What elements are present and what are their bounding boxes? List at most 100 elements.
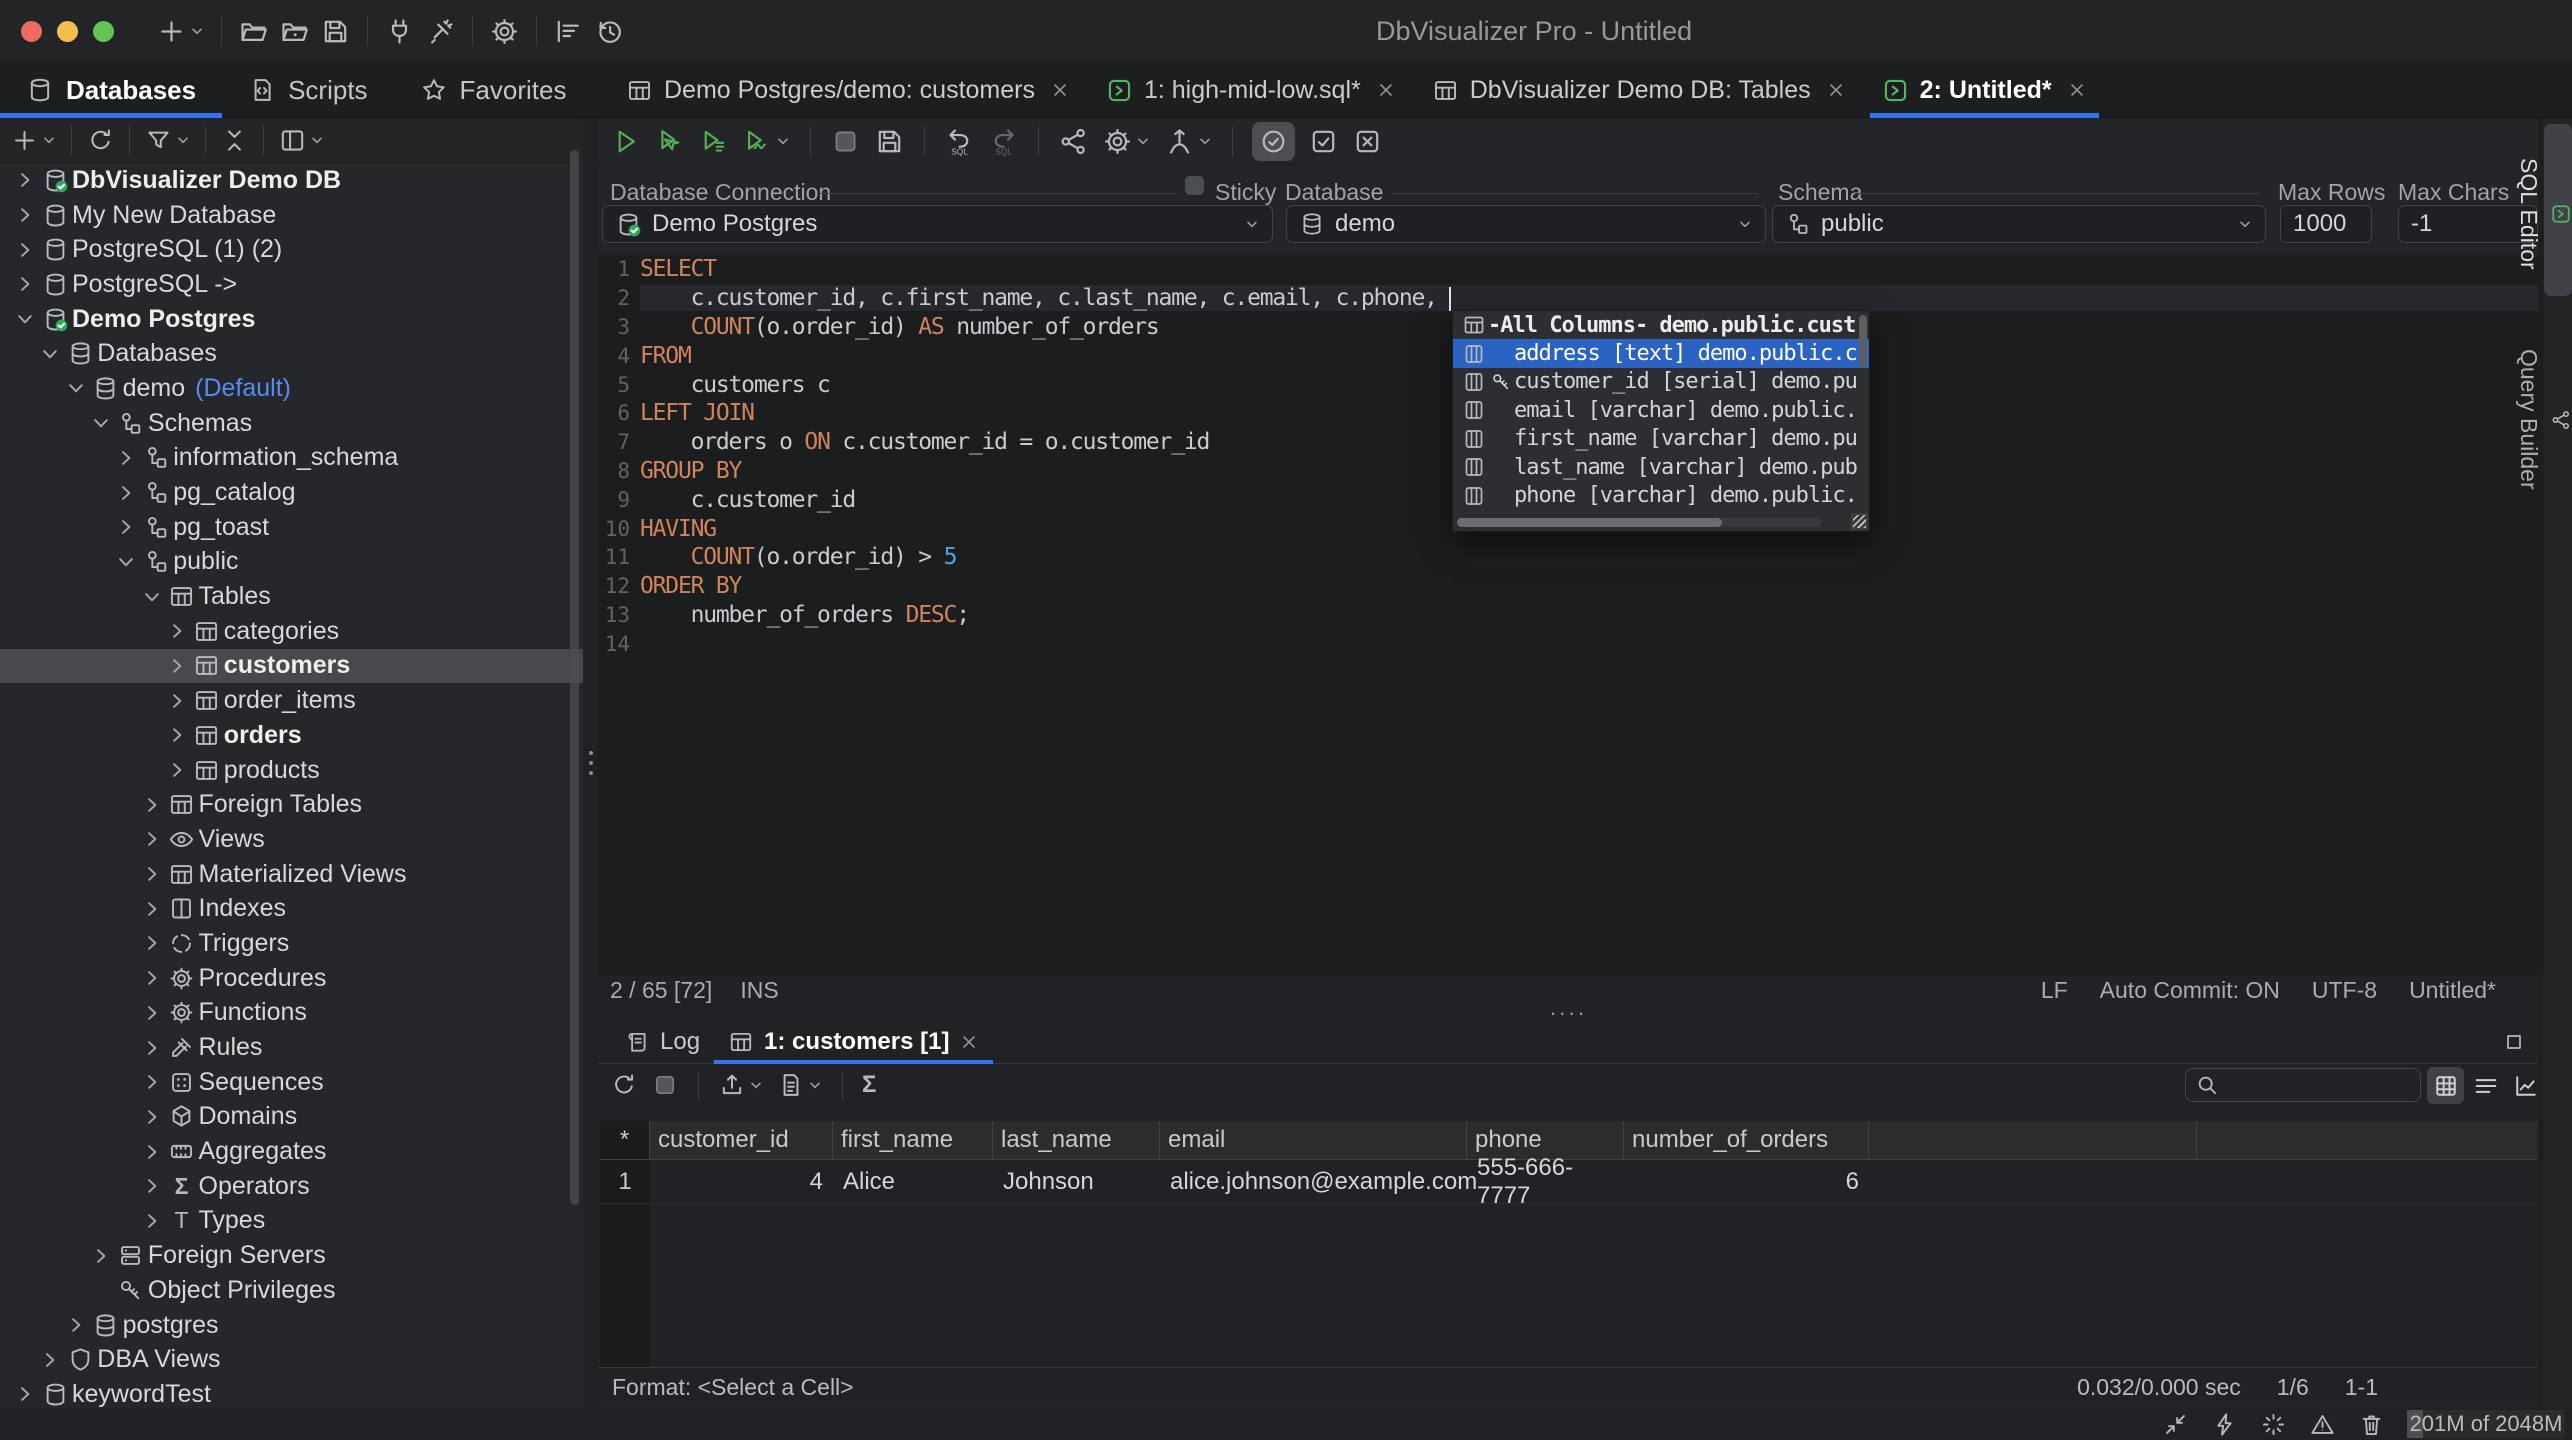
open-file-button[interactable]	[238, 16, 269, 47]
max-rows-input[interactable]: 1000	[2280, 205, 2372, 243]
export-button[interactable]	[718, 1071, 764, 1099]
tree-item-operators[interactable]: ΣOperators	[0, 1169, 583, 1204]
cell-first-name[interactable]: Alice	[833, 1160, 993, 1203]
side-tab-sql-editor[interactable]: SQL Editor	[2544, 124, 2572, 296]
tree-item-dbvisualizer-demo-db[interactable]: DbVisualizer Demo DB	[0, 163, 583, 198]
execute-current-button[interactable]	[654, 126, 685, 157]
expander-closed-icon[interactable]	[63, 1315, 89, 1335]
maximize-window-button[interactable]	[93, 21, 114, 42]
add-connection-button[interactable]	[10, 126, 57, 155]
rollback-button[interactable]	[1352, 126, 1383, 157]
close-tab-icon[interactable]	[1376, 80, 1396, 100]
clear-memory-button[interactable]	[2358, 1411, 2385, 1438]
save-button[interactable]	[874, 126, 905, 157]
doc-tab-demo-postgres-demo-customers[interactable]: Demo Postgres/demo: customers	[608, 62, 1088, 118]
column-header-customer-id[interactable]: customer_id	[650, 1121, 833, 1159]
editor-line-13[interactable]: 13 number_of_orders DESC;	[598, 601, 2538, 630]
chevron-down-icon[interactable]	[748, 1077, 764, 1093]
tree-item-products[interactable]: products	[0, 753, 583, 788]
editor-line-1[interactable]: 1SELECT	[598, 255, 2538, 284]
column-header-number-of-orders[interactable]: number_of_orders	[1624, 1121, 1869, 1159]
expander-closed-icon[interactable]	[164, 725, 190, 745]
expander-closed-icon[interactable]	[164, 656, 190, 676]
settings-button[interactable]	[489, 16, 520, 47]
expander-open-icon[interactable]	[63, 378, 89, 398]
expander-closed-icon[interactable]	[139, 1003, 165, 1023]
aggregate-button[interactable]: Σ	[862, 1073, 876, 1097]
background-tasks-button[interactable]	[2260, 1411, 2287, 1438]
editor-line-14[interactable]: 14	[598, 629, 2538, 658]
redo-sql-button[interactable]: SQL	[988, 126, 1019, 157]
chevron-down-icon[interactable]	[41, 132, 57, 148]
side-tab-query-builder[interactable]: Query Builder	[2544, 308, 2572, 523]
autocomplete-item[interactable]: -All Columns- demo.public.cust	[1453, 311, 1869, 339]
chevron-down-icon[interactable]	[775, 133, 791, 149]
tree-item-aggregates[interactable]: Aggregates	[0, 1134, 583, 1169]
save-button[interactable]	[320, 16, 351, 47]
expander-closed-icon[interactable]	[12, 240, 38, 260]
results-tab-1-customers-1[interactable]: 1: customers [1]	[714, 1020, 993, 1063]
execute-button[interactable]	[610, 126, 641, 157]
database-dropdown[interactable]: demo	[1286, 205, 1766, 243]
expander-closed-icon[interactable]	[164, 621, 190, 641]
tree-item-sequences[interactable]: Sequences	[0, 1065, 583, 1100]
close-tab-icon[interactable]	[959, 1032, 979, 1052]
close-tab-icon[interactable]	[2067, 80, 2087, 100]
expander-closed-icon[interactable]	[139, 1107, 165, 1127]
expander-closed-icon[interactable]	[139, 899, 165, 919]
stop-button[interactable]	[830, 126, 861, 157]
tree-item-demo-postgres[interactable]: Demo Postgres	[0, 302, 583, 337]
chevron-down-icon[interactable]	[175, 132, 191, 148]
tab-scripts[interactable]: Scripts	[222, 62, 393, 118]
minimize-window-button[interactable]	[2162, 1411, 2189, 1438]
execution-mode-button[interactable]	[1164, 126, 1213, 157]
grid-view-button[interactable]	[2427, 1067, 2464, 1104]
tree-item-databases[interactable]: Databases	[0, 336, 583, 371]
tree-item-procedures[interactable]: Procedures	[0, 961, 583, 996]
tree-item-triggers[interactable]: Triggers	[0, 926, 583, 961]
close-tab-icon[interactable]	[1826, 80, 1846, 100]
memory-indicator[interactable]: 201M of 2048M	[2407, 1410, 2565, 1438]
autocomplete-item[interactable]: email [varchar] demo.public.	[1453, 396, 1869, 424]
tree-scrollbar[interactable]	[570, 150, 579, 1205]
expander-closed-icon[interactable]	[139, 933, 165, 953]
execute-buffer-button[interactable]	[698, 126, 729, 157]
chevron-down-icon[interactable]	[189, 23, 205, 39]
editor-line-2[interactable]: 2 c.customer_id, c.first_name, c.last_na…	[598, 284, 2538, 313]
tree-item-foreign-servers[interactable]: Foreign Servers	[0, 1238, 583, 1273]
expander-closed-icon[interactable]	[139, 1072, 165, 1092]
cell-phone[interactable]: 555-666-7777	[1467, 1160, 1624, 1203]
column-header-empty[interactable]	[1869, 1121, 2197, 1159]
expander-closed-icon[interactable]	[139, 1211, 165, 1231]
schema-dropdown[interactable]: public	[1772, 205, 2266, 243]
popup-horizontal-scrollbar[interactable]	[1457, 518, 1822, 527]
tree-item-object-privileges[interactable]: Object Privileges	[0, 1273, 583, 1308]
disconnect-button[interactable]	[425, 16, 456, 47]
query-builder-button[interactable]	[1058, 126, 1089, 157]
popup-resize-grip[interactable]	[1851, 513, 1868, 530]
maximize-results-icon[interactable]	[2502, 1030, 2526, 1054]
expander-closed-icon[interactable]	[12, 170, 38, 190]
tree-item-domains[interactable]: Domains	[0, 1100, 583, 1135]
notifications-button[interactable]	[2309, 1411, 2336, 1438]
editor-line-11[interactable]: 11 COUNT(o.order_id) > 5	[598, 543, 2538, 572]
tree-item-categories[interactable]: categories	[0, 614, 583, 649]
close-window-button[interactable]	[21, 21, 42, 42]
commit-button[interactable]	[1308, 126, 1339, 157]
tab-databases[interactable]: Databases	[0, 62, 222, 118]
log-viewer-button[interactable]	[553, 16, 584, 47]
doc-tab-dbvisualizer-demo-db-tables[interactable]: DbVisualizer Demo DB: Tables	[1414, 62, 1864, 118]
reload-button[interactable]	[610, 1071, 638, 1099]
history-button[interactable]	[594, 16, 625, 47]
tree-item-information-schema[interactable]: information_schema	[0, 441, 583, 476]
execute-explain-button[interactable]	[742, 126, 791, 157]
sidebar-splitter[interactable]	[583, 118, 598, 1408]
expander-closed-icon[interactable]	[88, 1246, 114, 1266]
expander-open-icon[interactable]	[37, 344, 63, 364]
tree-item-postgresql[interactable]: PostgreSQL ->	[0, 267, 583, 302]
cell-number-of-orders[interactable]: 6	[1624, 1160, 1869, 1203]
expander-open-icon[interactable]	[88, 413, 114, 433]
expander-open-icon[interactable]	[12, 309, 38, 329]
tree-item-types[interactable]: TTypes	[0, 1204, 583, 1239]
editor-settings-button[interactable]	[1102, 126, 1151, 157]
